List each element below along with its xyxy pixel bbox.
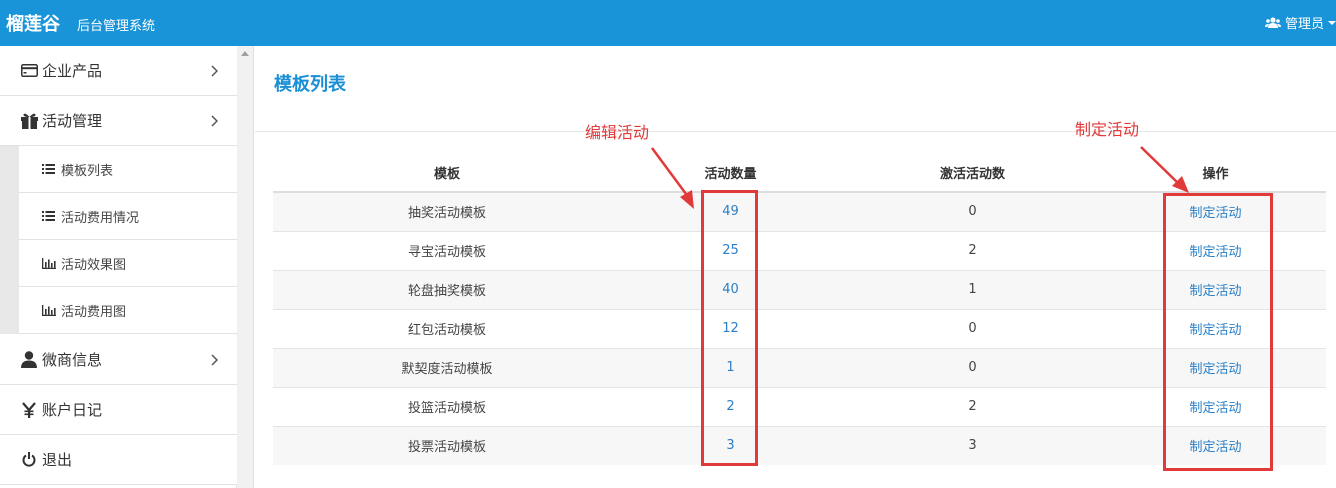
annotation-arrow-edit [650, 147, 694, 209]
annotation-arrow-create [1140, 146, 1189, 193]
annotation-arrows [650, 146, 1189, 209]
